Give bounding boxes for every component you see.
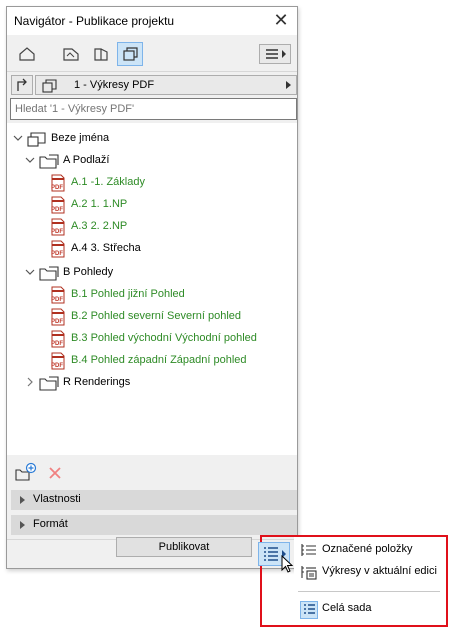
title-bar: Navigátor - Publikace projektu ✕ <box>7 7 297 35</box>
format-label: Formát <box>33 518 68 530</box>
pdf-file-icon: PDF <box>51 286 65 304</box>
tree-item[interactable]: PDF B.2 Pohled severní Severní pohled <box>49 307 293 327</box>
properties-panel-header[interactable]: Vlastnosti <box>11 490 297 510</box>
tree-item-label: B.3 Pohled východní Východní pohled <box>71 332 257 344</box>
chevron-down-icon[interactable] <box>13 133 23 143</box>
tree-item[interactable]: PDF A.3 2. 2.NP <box>49 217 289 237</box>
svg-text:PDF: PDF <box>51 251 63 257</box>
tree-item[interactable]: PDF B.4 Pohled západní Západní pohled <box>49 351 293 371</box>
tree-item[interactable]: PDF B.3 Pohled východní Východní pohled <box>49 329 293 349</box>
navigator-tab-bar <box>7 37 297 71</box>
tree-item-label: A.1 -1. Základy <box>71 176 145 188</box>
tree-folder-r[interactable]: R Renderings <box>25 373 225 393</box>
chevron-right-icon <box>20 521 25 529</box>
publisher-set-dropdown[interactable]: 1 - Výkresy PDF <box>35 75 297 95</box>
set-root-icon <box>27 132 46 147</box>
tree-item[interactable]: PDF A.4 3. Střecha <box>49 239 289 259</box>
tree-item-label: B.1 Pohled jižní Pohled <box>71 288 185 300</box>
set-name: 1 - Výkresy PDF <box>74 79 155 91</box>
entire-set-icon <box>300 601 318 619</box>
tree-folder-label: R Renderings <box>63 376 131 388</box>
home-icon <box>19 47 35 61</box>
chevron-down-icon[interactable] <box>25 155 35 165</box>
view-map-icon <box>63 48 79 61</box>
menu-item-selected-items[interactable]: Označené položky <box>296 540 442 560</box>
tree-folder-a[interactable]: A Podlaží <box>25 151 225 171</box>
menu-item-label: Označené položky <box>322 543 413 555</box>
navigator-window: Navigátor - Publikace projektu ✕ 1 - Výk… <box>6 6 298 569</box>
tree-folder-label: B Pohledy <box>63 266 114 278</box>
chevron-down-icon[interactable] <box>25 267 35 277</box>
menu-separator <box>298 591 440 592</box>
delete-icon[interactable] <box>47 465 63 481</box>
tree-root[interactable]: Beze jména <box>13 129 213 149</box>
svg-text:PDF: PDF <box>51 207 63 213</box>
layout-book-icon <box>94 48 108 61</box>
pdf-file-icon: PDF <box>51 218 65 236</box>
tree-item-label: B.4 Pohled západní Západní pohled <box>71 354 247 366</box>
folder-icon <box>39 376 59 391</box>
mouse-cursor-icon <box>281 555 294 573</box>
menu-item-label: Celá sada <box>322 602 372 614</box>
chevron-right-icon <box>20 496 25 504</box>
pdf-file-icon: PDF <box>51 240 65 258</box>
pdf-file-icon: PDF <box>51 352 65 370</box>
search-input[interactable] <box>10 98 297 120</box>
current-edition-icon <box>301 566 317 580</box>
folder-icon <box>39 266 59 281</box>
svg-text:PDF: PDF <box>51 319 63 325</box>
svg-text:PDF: PDF <box>51 341 63 347</box>
arrow-up-icon <box>17 78 27 91</box>
publisher-sets-icon <box>123 47 138 61</box>
tree-item-label: B.2 Pohled severní Severní pohled <box>71 310 242 322</box>
tree-item[interactable]: PDF B.1 Pohled jižní Pohled <box>49 285 293 305</box>
menu-item-entire-set[interactable]: Celá sada <box>296 599 442 619</box>
menu-icon <box>266 49 286 59</box>
tab-layout-book[interactable] <box>87 42 113 66</box>
tree-item-label: A.3 2. 2.NP <box>71 220 128 232</box>
tree-folder-b[interactable]: B Pohledy <box>25 263 225 283</box>
tree-item-label: A.2 1. 1.NP <box>71 198 128 210</box>
pdf-file-icon: PDF <box>51 330 65 348</box>
format-panel-header[interactable]: Formát <box>11 515 297 535</box>
pdf-file-icon: PDF <box>51 196 65 214</box>
tree-folder-label: A Podlaží <box>63 154 110 166</box>
window-title: Navigátor - Publikace projektu <box>14 14 175 28</box>
folder-icon <box>39 154 59 169</box>
new-folder-icon[interactable] <box>15 462 37 482</box>
menu-item-label: Výkresy v aktuální edici <box>322 565 437 577</box>
divider <box>7 71 297 72</box>
publish-button[interactable]: Publikovat <box>116 537 252 557</box>
set-selector-row: 1 - Výkresy PDF <box>11 75 297 97</box>
go-up-button[interactable] <box>11 75 33 95</box>
svg-text:PDF: PDF <box>51 185 63 191</box>
tree-root-label: Beze jména <box>51 132 110 144</box>
tree-actions-bar <box>7 457 297 487</box>
tree-item-label: A.4 3. Střecha <box>71 242 141 254</box>
svg-text:PDF: PDF <box>51 297 63 303</box>
selected-items-icon <box>301 544 316 556</box>
tree-item[interactable]: PDF A.2 1. 1.NP <box>49 195 289 215</box>
close-icon[interactable]: ✕ <box>271 10 291 30</box>
chevron-right-icon <box>286 81 291 89</box>
publisher-tree: Beze jména A Podlaží PDF A.1 -1. Základy <box>7 123 297 455</box>
svg-text:PDF: PDF <box>51 363 63 369</box>
properties-label: Vlastnosti <box>33 493 81 505</box>
tree-item[interactable]: PDF A.1 -1. Základy <box>49 173 289 193</box>
options-menu-button[interactable] <box>259 44 291 64</box>
pdf-file-icon: PDF <box>51 308 65 326</box>
menu-item-current-edition[interactable]: Výkresy v aktuální edici <box>296 562 442 582</box>
pdf-file-icon: PDF <box>51 174 65 192</box>
tab-publisher-sets[interactable] <box>117 42 143 66</box>
publish-scope-menu: Označené položky Výkresy v aktuální edic… <box>294 537 444 625</box>
svg-text:PDF: PDF <box>51 229 63 235</box>
set-icon <box>42 79 57 93</box>
chevron-right-icon[interactable] <box>25 377 35 387</box>
tab-view-map[interactable] <box>57 42 83 66</box>
tab-project-map[interactable] <box>13 42 39 66</box>
